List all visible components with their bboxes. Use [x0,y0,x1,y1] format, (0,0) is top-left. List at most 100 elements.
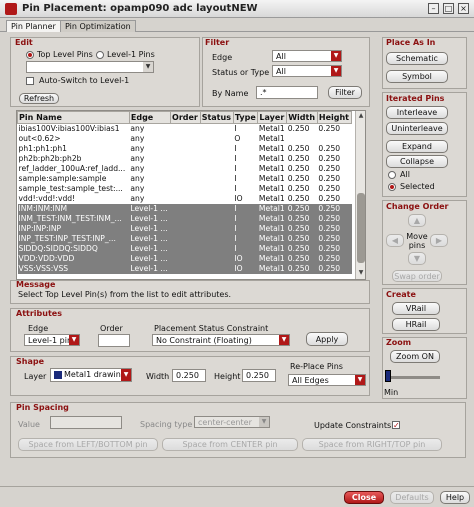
cell-name: sample_test:sample_test:... [17,183,130,194]
cell-name: INP:INP:INP [17,223,130,234]
attr-constraint-combo[interactable]: No Constraint (Floating) ▼ [152,334,290,346]
cell-width: 0.250 [286,153,318,164]
chevron-down-icon: ▼ [331,66,341,76]
attr-order-input[interactable] [98,334,130,347]
iterated-selected-radio[interactable] [388,183,396,191]
table-row[interactable]: ref_ladder_100uA:ref_ladd... any I Metal1 0.… [17,163,352,174]
table-row[interactable]: ibias100V:ibias100V:ibias1 any I Metal1 0.25… [17,123,352,134]
cell-status [200,153,234,164]
move-left-arrow-icon[interactable]: ◀ [386,234,404,247]
col-width[interactable]: Width [286,111,318,124]
move-up-arrow-icon[interactable]: ▲ [408,214,426,227]
spacing-type-value: center-center [198,418,252,427]
top-level-pins-radio[interactable] [26,51,34,59]
shape-width-input[interactable]: 0.250 [172,369,206,382]
spacing-type-combo[interactable]: center-center ▼ [194,416,270,428]
edit-level-combo[interactable]: ▼ [26,61,154,73]
cell-order [170,153,201,164]
table-row[interactable]: VDD:VDD:VDD Level-1 ... IO Metal1 0.250 0.250 [17,253,352,264]
space-right-top-button[interactable]: Space from RIGHT/TOP pin [302,438,442,451]
cell-edge: any [129,183,171,194]
swap-order-button[interactable]: Swap order [392,270,442,282]
table-row[interactable]: SIDDQ:SIDDQ:SIDDQ Level-1 ... I Metal1 0.250… [17,243,352,254]
table-row[interactable]: INM_TEST:INM_TEST:INM_... Level-1 ... I Met… [17,213,352,224]
zoom-slider-track[interactable] [386,376,440,379]
tab-pin-planner[interactable]: Pin Planner [6,20,61,32]
space-center-button[interactable]: Space from CENTER pin [162,438,298,451]
minimize-icon[interactable]: – [428,3,439,14]
attr-edge-combo[interactable]: Level-1 pin ▼ [24,334,80,346]
table-row[interactable]: ph2b:ph2b:ph2b any I Metal1 0.250 0.250 [17,153,352,164]
col-height[interactable]: Height [316,111,353,124]
cell-status [200,203,234,214]
zoom-on-button[interactable]: Zoom ON [390,350,440,363]
update-constraints-checkbox[interactable]: ✓ [392,421,400,430]
filter-byname-input[interactable]: .* [256,86,318,99]
zoom-slider-handle[interactable] [385,370,391,382]
uninterleave-button[interactable]: Uninterleave [386,122,448,135]
auto-switch-checkbox[interactable] [26,77,34,85]
cell-status [200,123,234,134]
scroll-down-icon[interactable]: ▼ [356,268,365,278]
cell-order [170,123,201,134]
col-pin-name[interactable]: Pin Name [17,111,130,124]
move-down-arrow-icon[interactable]: ▼ [408,252,426,265]
vrail-button[interactable]: VRail [392,302,440,315]
table-row[interactable]: out<0.62> any O Metal1 [17,133,352,144]
message-text: Select Top Level Pin(s) from the list to… [18,290,232,299]
table-row[interactable]: vdd!:vdd!:vdd! any IO Metal1 0.250 0.250 [17,193,352,204]
interleave-button[interactable]: Interleave [386,106,448,119]
symbol-button[interactable]: Symbol [386,70,448,83]
col-status[interactable]: Status [199,111,234,124]
refresh-button[interactable]: Refresh [19,93,59,104]
table-row[interactable]: ph1:ph1:ph1 any I Metal1 0.250 0.250 [17,143,352,154]
table-row[interactable]: sample:sample:sample any I Metal1 0.250 0.250 [17,173,352,184]
filter-button[interactable]: Filter [328,86,362,99]
cell-height: 0.250 [317,193,352,204]
replace-pins-combo[interactable]: All Edges ▼ [288,374,366,386]
help-button[interactable]: Help [440,491,470,504]
table-row[interactable]: INM:INM:INM Level-1 ... I Metal1 0.250 0.250 [17,203,352,214]
table-row[interactable]: sample_test:sample_test:... any I Metal1 0.2… [17,183,352,194]
scrollbar-thumb[interactable] [357,193,365,263]
maximize-icon[interactable]: □ [443,3,454,14]
schematic-button[interactable]: Schematic [386,52,448,65]
close-icon[interactable]: × [458,3,469,14]
close-button[interactable]: Close [344,491,384,504]
table-row[interactable]: INP:INP:INP Level-1 ... I Metal1 0.250 0.250 [17,223,352,234]
hrail-button[interactable]: HRail [392,318,440,331]
cell-edge: any [129,163,171,174]
spacing-value-input[interactable] [50,416,122,429]
cell-width: 0.250 [286,243,318,254]
col-edge[interactable]: Edge [128,111,172,124]
attr-edge-value: Level-1 pin [28,336,73,345]
table-row[interactable]: INP_TEST:INP_TEST:INP_... Level-1 ... I Met… [17,233,352,244]
table-scrollbar[interactable]: ▲ ▼ [355,111,365,279]
defaults-button[interactable]: Defaults [390,491,434,504]
table-row[interactable]: VSS:VSS:VSS Level-1 ... IO Metal1 0.250 0.250 [17,263,352,274]
move-right-arrow-icon[interactable]: ▶ [430,234,448,247]
scroll-up-icon[interactable]: ▲ [356,111,365,121]
shape-height-input[interactable]: 0.250 [242,369,276,382]
col-type[interactable]: Type [232,111,259,124]
space-left-bottom-button[interactable]: Space from LEFT/BOTTOM pin [18,438,158,451]
filter-edge-combo[interactable]: All ▼ [272,50,342,62]
tab-pin-optimization[interactable]: Pin Optimization [60,20,136,32]
cell-status [200,183,234,194]
cell-width: 0.250 [286,263,318,274]
cell-edge: Level-1 ... [129,233,171,244]
cell-order [170,133,201,144]
expand-button[interactable]: Expand [386,140,448,153]
cell-status [200,163,234,174]
apply-button[interactable]: Apply [306,332,348,346]
filter-status-combo[interactable]: All ▼ [272,65,342,77]
collapse-button[interactable]: Collapse [386,155,448,168]
cell-height: 0.250 [317,233,352,244]
app-icon [5,3,17,15]
level1-pins-radio[interactable] [96,51,104,59]
cell-width: 0.250 [286,183,318,194]
shape-layer-combo[interactable]: Metal1 drawing ▼ [50,368,132,382]
iterated-all-radio[interactable] [388,171,396,179]
col-layer[interactable]: Layer [257,111,288,124]
col-order[interactable]: Order [170,111,201,124]
